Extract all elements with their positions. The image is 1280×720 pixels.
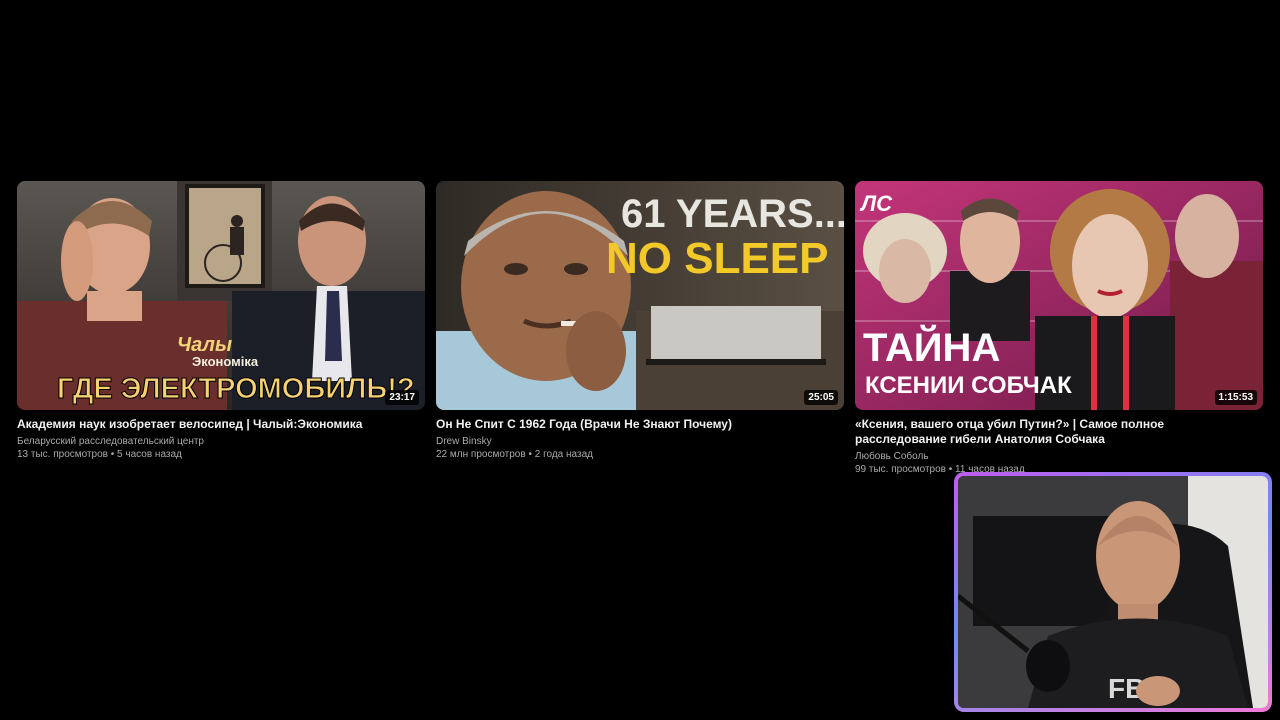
thumbnail-image: 61 YEARS... NO SLEEP bbox=[436, 181, 844, 410]
channel-name[interactable]: Drew Binsky bbox=[436, 435, 844, 448]
thumb-subtitle: Экономіка bbox=[192, 354, 259, 369]
streamer-image: FBI bbox=[958, 476, 1268, 708]
thumb-headline-line2: NO SLEEP bbox=[606, 234, 829, 283]
thumbnail-image: Чалы Экономіка ГДЕ ЭЛЕКТРОМОБИЛЬ!? bbox=[17, 181, 425, 410]
thumb-logo: ЛС bbox=[859, 191, 893, 216]
thumb-headline: ГДЕ ЭЛЕКТРОМОБИЛЬ!? bbox=[57, 373, 415, 405]
thumbnail-image: ЛС ТАЙНА КСЕНИИ СОБЧАК bbox=[855, 181, 1263, 410]
video-thumbnail[interactable]: 61 YEARS... NO SLEEP 25:05 bbox=[436, 181, 844, 410]
webcam-feed: FBI bbox=[958, 476, 1268, 708]
video-title[interactable]: «Ксения, вашего отца убил Путин?» | Само… bbox=[855, 417, 1263, 447]
video-thumbnail[interactable]: Чалы Экономіка ГДЕ ЭЛЕКТРОМОБИЛЬ!? 23:17 bbox=[17, 181, 425, 410]
video-duration: 25:05 bbox=[804, 390, 838, 405]
thumb-headline-line2: КСЕНИИ СОБЧАК bbox=[865, 372, 1072, 399]
video-title[interactable]: Академия наук изобретает велосипед | Чал… bbox=[17, 417, 425, 432]
video-title[interactable]: Он Не Спит С 1962 Года (Врачи Не Знают П… bbox=[436, 417, 844, 432]
channel-name[interactable]: Любовь Соболь bbox=[855, 450, 1263, 463]
thumb-brand: Чалы bbox=[177, 334, 232, 356]
video-meta: 22 млн просмотров • 2 года назад bbox=[436, 449, 593, 460]
video-thumbnail[interactable]: ЛС ТАЙНА КСЕНИИ СОБЧАК 1:15:53 bbox=[855, 181, 1263, 410]
video-card[interactable]: 61 YEARS... NO SLEEP 25:05 Он Не Спит С … bbox=[436, 181, 844, 462]
webcam-overlay: FBI bbox=[954, 472, 1272, 712]
video-duration: 23:17 bbox=[385, 390, 419, 405]
channel-name[interactable]: Беларусский расследовательский центр bbox=[17, 435, 425, 448]
thumb-headline-line1: 61 YEARS... bbox=[621, 192, 844, 236]
video-card[interactable]: Чалы Экономіка ГДЕ ЭЛЕКТРОМОБИЛЬ!? 23:17… bbox=[17, 181, 425, 462]
video-duration: 1:15:53 bbox=[1214, 390, 1257, 405]
video-meta: 13 тыс. просмотров • 5 часов назад bbox=[17, 449, 182, 460]
thumb-headline-line1: ТАЙНА bbox=[863, 324, 1000, 370]
video-card[interactable]: ЛС ТАЙНА КСЕНИИ СОБЧАК 1:15:53 «Ксения, … bbox=[855, 181, 1263, 477]
